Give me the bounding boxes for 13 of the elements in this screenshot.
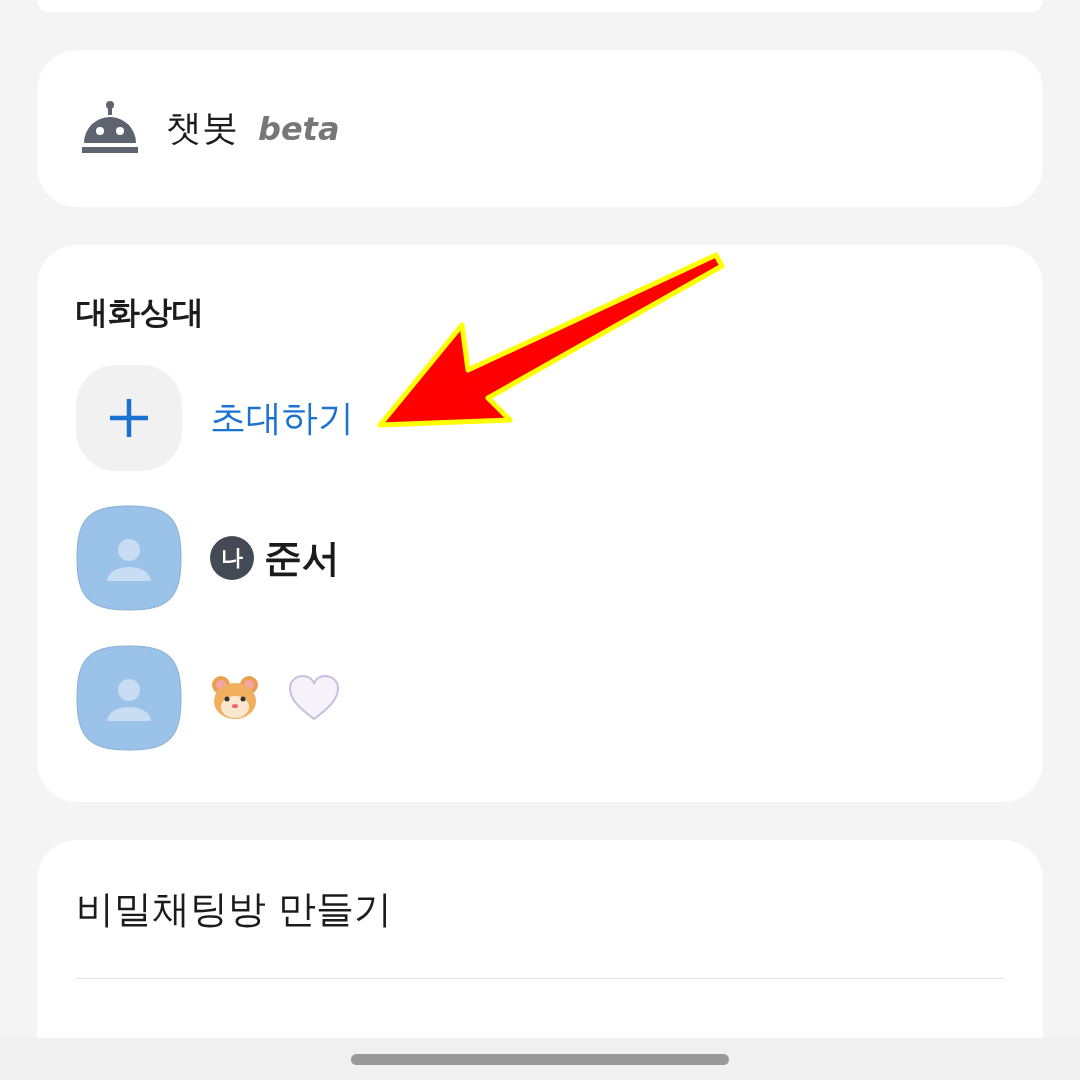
section-heading: 대화상대 [76,292,205,333]
beta-label: beta [258,109,340,148]
member-name: 준서 [264,534,340,582]
chatbot-label[interactable]: 챗봇 [166,104,238,153]
me-badge: 나 [210,536,254,580]
home-handle[interactable] [351,1053,729,1065]
heart-icon [288,674,340,722]
menu-item[interactable]: 비밀채팅방 만들기 [76,884,1004,934]
plus-icon [107,396,151,440]
avatar[interactable] [76,645,182,751]
avatar[interactable] [76,505,182,611]
invite-button[interactable] [76,365,182,471]
invite-link[interactable]: 초대하기 [210,393,354,443]
